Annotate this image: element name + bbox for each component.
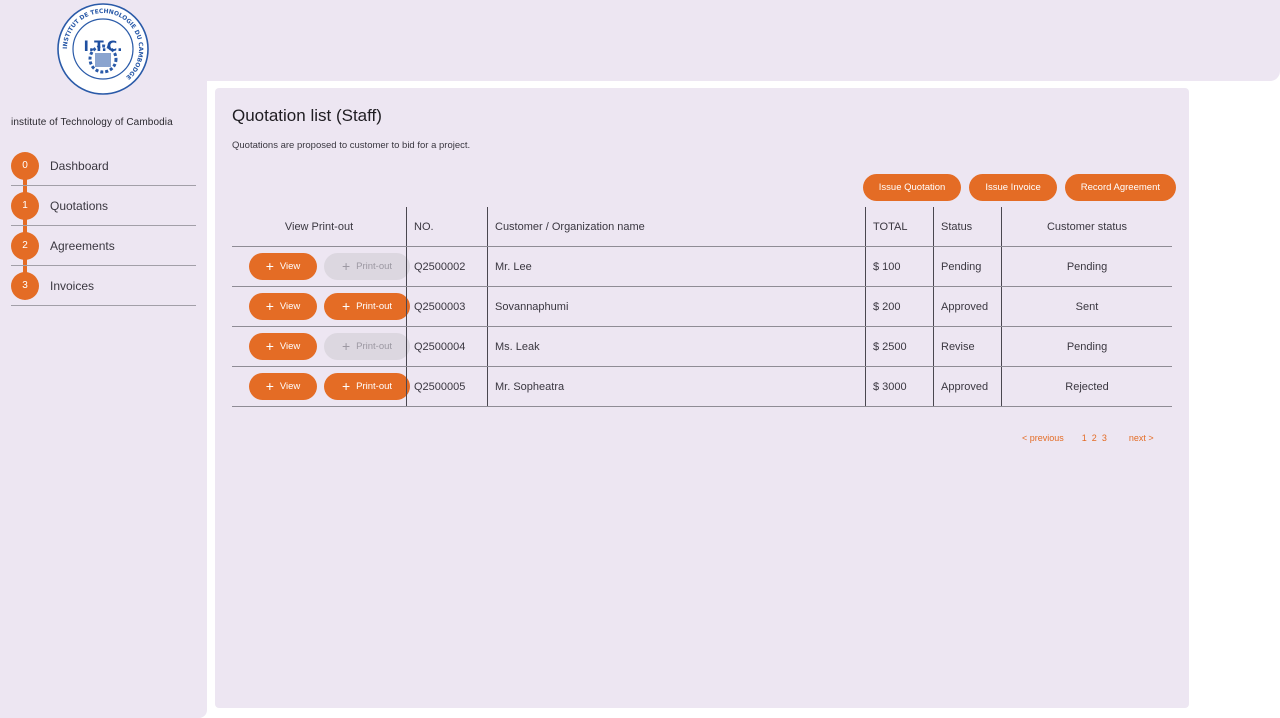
view-button[interactable]: + View bbox=[249, 373, 317, 400]
column-header-status: Status bbox=[933, 207, 1001, 246]
row-actions: + View + Print-out bbox=[239, 333, 410, 360]
sidebar-item-label: Invoices bbox=[50, 278, 95, 293]
column-header-no: NO. bbox=[406, 207, 487, 246]
view-button-label: View bbox=[279, 381, 301, 392]
sidebar-item-label: Quotations bbox=[50, 198, 109, 213]
pagination-page-3[interactable]: 3 bbox=[1102, 433, 1107, 443]
column-header-customer-status: Customer status bbox=[1001, 207, 1172, 246]
nav-step-badge: 3 bbox=[11, 271, 39, 300]
sidebar-item-agreements[interactable]: 2 Agreements bbox=[11, 226, 196, 266]
printout-button: + Print-out bbox=[324, 253, 410, 280]
printout-button-label: Print-out bbox=[356, 261, 393, 272]
cell-total: $ 2500 bbox=[865, 327, 933, 366]
table-row: + View + Print-out Q2500005 Mr. Sopheatr… bbox=[232, 367, 1172, 407]
pagination-page-2[interactable]: 2 bbox=[1092, 433, 1097, 443]
cell-status: Approved bbox=[933, 287, 1001, 326]
plus-icon: + bbox=[265, 378, 274, 394]
sidebar-item-label: Dashboard bbox=[50, 158, 109, 173]
plus-icon: + bbox=[265, 258, 274, 274]
view-button[interactable]: + View bbox=[249, 293, 317, 320]
cell-status: Revise bbox=[933, 327, 1001, 366]
row-actions-cell: + View + Print-out bbox=[232, 327, 410, 366]
cell-no: Q2500003 bbox=[406, 287, 487, 326]
logo-text: I.T.C. bbox=[84, 39, 123, 55]
cell-no: Q2500004 bbox=[406, 327, 487, 366]
sidebar-item-quotations[interactable]: 1 Quotations bbox=[11, 186, 196, 226]
view-button-label: View bbox=[279, 341, 301, 352]
row-actions-cell: + View + Print-out bbox=[232, 367, 410, 406]
cell-total: $ 3000 bbox=[865, 367, 933, 406]
cell-status: Approved bbox=[933, 367, 1001, 406]
printout-button[interactable]: + Print-out bbox=[324, 373, 410, 400]
cell-customer-status: Rejected bbox=[1001, 367, 1172, 406]
pagination-previous[interactable]: < previous bbox=[1022, 433, 1064, 443]
plus-icon: + bbox=[265, 298, 274, 314]
printout-button-label: Print-out bbox=[356, 381, 393, 392]
printout-button[interactable]: + Print-out bbox=[324, 293, 410, 320]
nav-step-badge: 0 bbox=[11, 151, 39, 180]
pagination-next[interactable]: next > bbox=[1129, 433, 1154, 443]
nav-step-badge: 1 bbox=[11, 191, 39, 220]
plus-icon: + bbox=[265, 338, 274, 354]
table-header-row: View Print-out NO. Customer / Organizati… bbox=[232, 207, 1172, 247]
printout-button: + Print-out bbox=[324, 333, 410, 360]
view-button[interactable]: + View bbox=[249, 333, 317, 360]
view-button-label: View bbox=[279, 301, 301, 312]
sidebar-item-invoices[interactable]: 3 Invoices bbox=[11, 266, 196, 306]
pagination-page-1[interactable]: 1 bbox=[1082, 433, 1087, 443]
cell-no: Q2500002 bbox=[406, 247, 487, 286]
record-agreement-button[interactable]: Record Agreement bbox=[1064, 174, 1176, 201]
table-row: + View + Print-out Q2500002 Mr. Lee $ 10… bbox=[232, 247, 1172, 287]
quotation-table: View Print-out NO. Customer / Organizati… bbox=[232, 207, 1172, 407]
column-header-customer: Customer / Organization name bbox=[487, 207, 865, 246]
plus-icon: + bbox=[341, 378, 351, 394]
top-bar bbox=[207, 0, 1280, 81]
cell-customer: Ms. Leak bbox=[487, 327, 865, 366]
row-actions-cell: + View + Print-out bbox=[232, 247, 410, 286]
cell-total: $ 100 bbox=[865, 247, 933, 286]
cell-customer: Mr. Lee bbox=[487, 247, 865, 286]
action-bar: Issue Quotation Issue Invoice Record Agr… bbox=[862, 174, 1176, 201]
page-title: Quotation list (Staff) bbox=[232, 106, 382, 125]
row-actions: + View + Print-out bbox=[239, 373, 410, 400]
view-button-label: View bbox=[279, 261, 301, 272]
page-subtitle: Quotations are proposed to customer to b… bbox=[232, 140, 471, 151]
pagination: < previous 1 2 3 next > bbox=[1022, 433, 1154, 443]
cell-status: Pending bbox=[933, 247, 1001, 286]
row-actions-cell: + View + Print-out bbox=[232, 287, 410, 326]
main-panel: Quotation list (Staff) Quotations are pr… bbox=[215, 88, 1189, 708]
cell-customer: Sovannaphumi bbox=[487, 287, 865, 326]
issue-quotation-button[interactable]: Issue Quotation bbox=[862, 174, 962, 201]
sidebar-item-dashboard[interactable]: 0 Dashboard bbox=[11, 146, 196, 186]
sidebar: INSTITUT DE TECHNOLOGIE DU CAMBODGE I.T.… bbox=[0, 0, 207, 718]
cell-customer: Mr. Sopheatra bbox=[487, 367, 865, 406]
table-row: + View + Print-out Q2500003 Sovannaphumi… bbox=[232, 287, 1172, 327]
sidebar-item-label: Agreements bbox=[50, 238, 115, 253]
cell-customer-status: Pending bbox=[1001, 327, 1172, 366]
sidebar-nav: 0 Dashboard 1 Quotations 2 Agreements 3 … bbox=[11, 146, 196, 306]
cell-no: Q2500005 bbox=[406, 367, 487, 406]
nav-step-badge: 2 bbox=[11, 231, 39, 260]
cell-customer-status: Sent bbox=[1001, 287, 1172, 326]
itc-logo: INSTITUT DE TECHNOLOGIE DU CAMBODGE I.T.… bbox=[57, 3, 149, 95]
issue-invoice-button[interactable]: Issue Invoice bbox=[969, 174, 1057, 201]
plus-icon: + bbox=[341, 338, 351, 354]
cell-total: $ 200 bbox=[865, 287, 933, 326]
plus-icon: + bbox=[341, 298, 351, 314]
column-header-view-printout: View Print-out bbox=[284, 220, 354, 233]
view-button[interactable]: + View bbox=[249, 253, 317, 280]
row-actions: + View + Print-out bbox=[239, 293, 410, 320]
printout-button-label: Print-out bbox=[356, 301, 393, 312]
row-actions: + View + Print-out bbox=[239, 253, 410, 280]
cell-customer-status: Pending bbox=[1001, 247, 1172, 286]
table-row: + View + Print-out Q2500004 Ms. Leak $ 2… bbox=[232, 327, 1172, 367]
plus-icon: + bbox=[341, 258, 351, 274]
printout-button-label: Print-out bbox=[356, 341, 393, 352]
org-name: institute of Technology of Cambodia bbox=[11, 117, 173, 128]
column-header-total: TOTAL bbox=[865, 207, 933, 246]
